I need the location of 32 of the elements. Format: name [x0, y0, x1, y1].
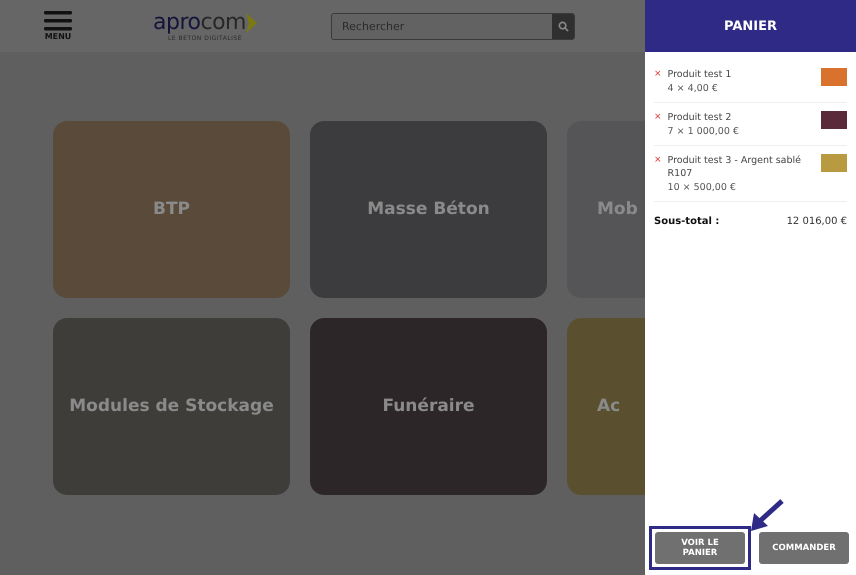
- menu-button[interactable]: MENU: [43, 11, 73, 41]
- menu-icon: [44, 11, 72, 31]
- category-label: Modules de Stockage: [69, 396, 274, 416]
- remove-button[interactable]: ×: [654, 111, 662, 124]
- subtotal-label: Sous-total :: [654, 216, 720, 227]
- search-button[interactable]: [552, 14, 574, 38]
- cart-title: PANIER: [724, 18, 777, 34]
- category-label: Masse Béton: [367, 199, 490, 219]
- category-card[interactable]: Masse Béton: [310, 120, 547, 298]
- category-label: Funéraire: [382, 396, 475, 416]
- search-field[interactable]: Rechercher: [332, 14, 552, 38]
- remove-button[interactable]: ×: [654, 68, 662, 81]
- product-name: Produit test 3 - Argent sablé R107: [668, 154, 802, 180]
- product-name: Produit test 1: [668, 68, 732, 81]
- logo-text[interactable]: aprocom: [153, 10, 246, 35]
- subtotal-value: 12 016,00 €: [786, 216, 847, 227]
- product-quantity-price: 10 × 500,00 €: [668, 182, 737, 193]
- category-card[interactable]: BTP: [53, 120, 290, 298]
- cart-button[interactable]: COMMANDER: [759, 532, 849, 564]
- remove-button[interactable]: ×: [654, 154, 662, 167]
- category-label: BTP: [152, 199, 190, 219]
- product-quantity-price: 7 × 1 000,00 €: [668, 126, 740, 137]
- chevron-icon: [246, 12, 257, 32]
- category-label: Ac: [597, 396, 620, 416]
- category-card[interactable]: Funéraire: [310, 318, 547, 494]
- search-bar[interactable]: Rechercher: [331, 12, 575, 40]
- cart-button[interactable]: VOIR LE PANIER: [655, 532, 745, 564]
- product-name: Produit test 2: [668, 111, 732, 124]
- category-card[interactable]: Modules de Stockage: [53, 318, 290, 494]
- category-card[interactable]: Ac: [567, 318, 645, 494]
- product-quantity-price: 4 × 4,00 €: [668, 83, 719, 94]
- search-icon: [558, 20, 568, 32]
